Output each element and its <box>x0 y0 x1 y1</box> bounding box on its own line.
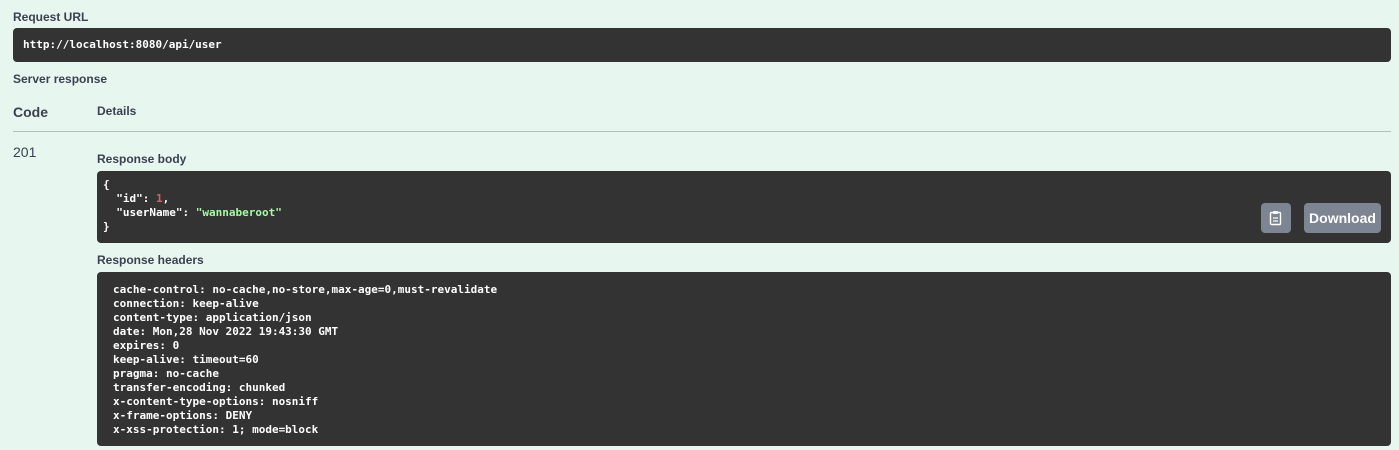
server-response-label: Server response <box>13 72 108 86</box>
json-line: "id": 1, <box>103 192 1391 206</box>
table-divider <box>13 131 1391 132</box>
header-line: x-frame-options: DENY <box>113 409 253 422</box>
request-url-label: Request URL <box>13 10 89 24</box>
header-line: x-xss-protection: 1; mode=block <box>113 423 319 436</box>
copy-to-clipboard-button[interactable] <box>1261 203 1291 233</box>
code-column-header: Code <box>13 104 48 120</box>
response-status-code: 201 <box>13 144 37 160</box>
json-line: } <box>103 220 1391 234</box>
header-line: date: Mon,28 Nov 2022 19:43:30 GMT <box>113 325 339 338</box>
request-url-value: http://localhost:8080/api/user <box>23 38 222 51</box>
response-headers-label: Response headers <box>97 253 204 267</box>
request-url-block: http://localhost:8080/api/user <box>13 28 1391 62</box>
json-key: "id": <box>116 192 156 205</box>
header-line: transfer-encoding: chunked <box>113 381 286 394</box>
response-body-block[interactable]: { "id": 1, "userName": "wannaberoot" } <box>97 171 1391 243</box>
response-body-label: Response body <box>97 152 187 166</box>
header-line: connection: keep-alive <box>113 297 259 310</box>
clipboard-icon <box>1269 211 1282 226</box>
json-punct: } <box>103 220 110 233</box>
header-line: x-content-type-options: nosniff <box>113 395 319 408</box>
header-line: keep-alive: timeout=60 <box>113 353 259 366</box>
header-line: pragma: no-cache <box>113 367 219 380</box>
json-number-value: 1 <box>156 192 163 205</box>
header-line: cache-control: no-cache,no-store,max-age… <box>113 283 498 296</box>
swagger-response-panel: Request URL http://localhost:8080/api/us… <box>0 0 1399 450</box>
header-line: expires: 0 <box>113 339 180 352</box>
json-line: "userName": "wannaberoot" <box>103 206 1391 220</box>
download-button[interactable]: Download <box>1304 203 1381 233</box>
json-line: { <box>103 178 1391 192</box>
header-line: content-type: application/json <box>113 311 312 324</box>
json-punct: { <box>103 178 110 191</box>
json-string-value: "wannaberoot" <box>195 206 282 219</box>
response-headers-block: cache-control: no-cache,no-store,max-age… <box>97 272 1391 446</box>
details-column-header: Details <box>97 104 137 118</box>
json-punct: , <box>162 192 170 205</box>
json-key: "userName": <box>116 206 196 219</box>
